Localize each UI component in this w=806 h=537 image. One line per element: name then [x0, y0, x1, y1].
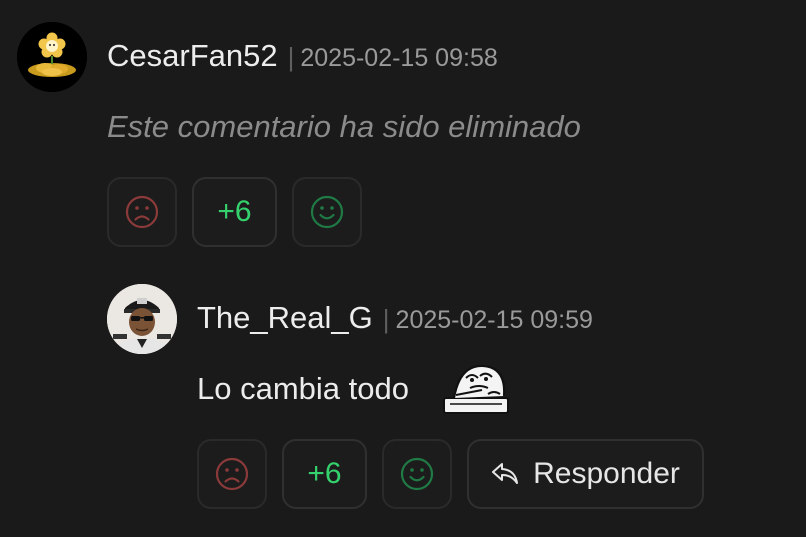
separator: |	[382, 304, 390, 334]
reply-label: Responder	[533, 457, 680, 490]
rage-face-reading-emote	[442, 358, 512, 416]
author-line: CesarFan52 | 2025-02-15 09:58	[107, 38, 498, 74]
comment-text: Este comentario ha sido eliminado	[107, 109, 581, 144]
avatar[interactable]	[17, 22, 87, 92]
like-button[interactable]	[382, 439, 452, 509]
dislike-button[interactable]	[197, 439, 267, 509]
separator: |	[287, 42, 295, 72]
author-name[interactable]: CesarFan52	[107, 38, 278, 73]
score-badge: +6	[282, 439, 367, 509]
reply-arrow-icon	[492, 463, 519, 484]
comment-text-line: Lo cambia todo	[197, 371, 409, 407]
dislike-button[interactable]	[107, 177, 177, 247]
score-value: +6	[307, 457, 342, 490]
timestamp: 2025-02-15 09:58	[300, 44, 498, 72]
timestamp: 2025-02-15 09:59	[395, 306, 593, 334]
author-line: The_Real_G | 2025-02-15 09:59	[197, 300, 593, 336]
smile-face-icon	[400, 457, 434, 491]
sunglasses-man-avatar	[107, 284, 177, 354]
like-button[interactable]	[292, 177, 362, 247]
sad-face-icon	[215, 457, 249, 491]
comment-text: Lo cambia todo	[197, 371, 409, 406]
author-name[interactable]: The_Real_G	[197, 300, 373, 335]
smile-face-icon	[310, 195, 344, 229]
sad-face-icon	[125, 195, 159, 229]
score-badge: +6	[192, 177, 277, 247]
reply-button[interactable]: Responder	[467, 439, 704, 509]
avatar[interactable]	[107, 284, 177, 354]
score-value: +6	[217, 195, 252, 228]
golden-flower-icon	[17, 22, 87, 92]
